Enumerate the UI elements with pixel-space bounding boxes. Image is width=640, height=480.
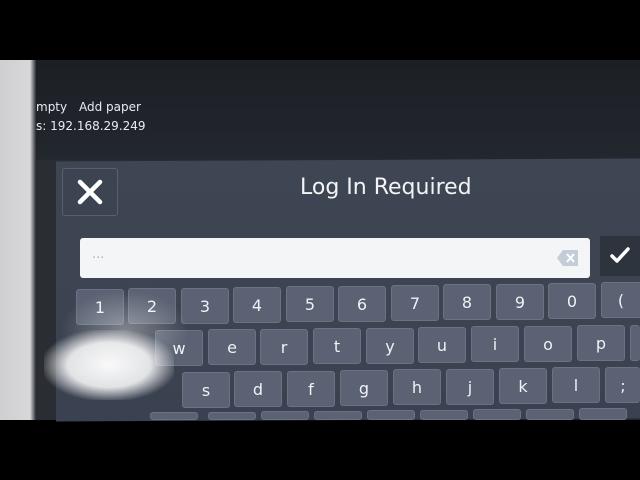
key-row4-partial-7[interactable] <box>473 409 521 420</box>
key-partial-row2[interactable] <box>630 325 640 361</box>
key-9[interactable]: 9 <box>496 284 544 320</box>
key-row4-partial-2[interactable] <box>208 412 256 420</box>
key-4[interactable]: 4 <box>233 287 281 323</box>
status-line-paper: mpty Add paper <box>36 100 149 114</box>
key-e[interactable]: e <box>208 329 256 365</box>
key-row4-partial-6[interactable] <box>420 410 468 420</box>
key-w[interactable]: w <box>155 330 203 366</box>
key-u[interactable]: u <box>418 327 466 363</box>
key-row4-partial-8[interactable] <box>526 409 574 420</box>
key-f[interactable]: f <box>287 371 335 407</box>
key-row4-partial-9[interactable] <box>579 408 627 420</box>
key-o[interactable]: o <box>524 326 572 362</box>
key-i[interactable]: i <box>471 326 519 362</box>
key-y[interactable]: y <box>366 328 414 364</box>
key-row4-partial-3[interactable] <box>261 411 309 420</box>
key-g[interactable]: g <box>340 370 388 406</box>
close-icon <box>77 179 103 205</box>
dialog-title: Log In Required <box>300 175 472 200</box>
key-d[interactable]: d <box>234 371 282 407</box>
key-r[interactable]: r <box>260 329 308 365</box>
key-t[interactable]: t <box>313 328 361 364</box>
key-0[interactable]: 0 <box>548 283 596 319</box>
confirm-button[interactable] <box>600 236 640 276</box>
key-1[interactable]: 1 <box>76 289 124 325</box>
key-semicolon[interactable]: ; <box>605 367 640 403</box>
key-row4-partial-4[interactable] <box>314 411 362 420</box>
password-value: ··· <box>92 250 105 266</box>
key-row4-partial-1[interactable] <box>150 412 198 420</box>
key-p[interactable]: p <box>577 325 625 361</box>
key-2[interactable]: 2 <box>128 288 176 324</box>
password-input[interactable]: ··· <box>80 238 590 278</box>
key-7[interactable]: 7 <box>391 285 439 321</box>
key-j[interactable]: j <box>446 369 494 405</box>
status-text-empty: mpty <box>36 100 68 114</box>
key-3[interactable]: 3 <box>181 288 229 324</box>
backspace-icon[interactable] <box>556 249 580 267</box>
key-open-paren[interactable]: ( <box>601 282 640 318</box>
close-button[interactable] <box>62 168 118 216</box>
key-k[interactable]: k <box>499 368 547 404</box>
key-6[interactable]: 6 <box>338 286 386 322</box>
key-5[interactable]: 5 <box>286 286 334 322</box>
key-l[interactable]: l <box>552 367 600 403</box>
checkmark-icon <box>610 247 630 263</box>
key-s[interactable]: s <box>182 372 230 408</box>
key-row4-partial-5[interactable] <box>367 410 415 420</box>
key-8[interactable]: 8 <box>443 284 491 320</box>
status-line-ip: s: 192.168.29.249 <box>36 119 146 133</box>
status-text-add-paper: Add paper <box>78 100 141 114</box>
key-h[interactable]: h <box>393 369 441 405</box>
